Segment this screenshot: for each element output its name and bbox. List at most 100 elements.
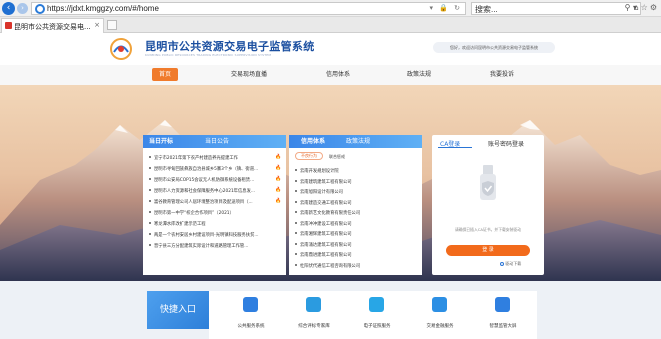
quick-access-list: 公共服务系统 综合评标专家库 电子证照服务 交易金融服务 智慧监管大屏 bbox=[209, 291, 537, 339]
hero-banner: 当日开标 当日公告 宜宁市2021年第下农产村建造养光提建工作 🔥 昆明市寻甸回族彝… bbox=[0, 85, 661, 281]
quick-link-label[interactable]: 交易金融服务 bbox=[410, 323, 470, 329]
ca-hint: 请确保已插入CA证书，并下载安装驱动 bbox=[455, 227, 521, 232]
quick-link-label[interactable]: 公共服务系统 bbox=[221, 323, 281, 329]
bullet-icon bbox=[149, 211, 151, 213]
quick-link-item[interactable]: 公共服务系统 bbox=[221, 297, 281, 337]
company-name[interactable]: 云南鼎进建筑工程有限公司 bbox=[300, 252, 352, 258]
nav-live[interactable]: 交易现场直播 bbox=[231, 65, 267, 85]
e-license-icon[interactable] bbox=[369, 297, 384, 312]
bullet-icon bbox=[149, 200, 151, 202]
company-name[interactable]: 云南新艺文化教育有限责任公司 bbox=[300, 210, 360, 216]
toolbar-icons[interactable]: ⌂☆⚙ bbox=[634, 3, 659, 12]
company-name[interactable]: 云南湘辉建筑工程有限公司 bbox=[300, 231, 352, 237]
tab-policy[interactable]: 政策法规 bbox=[346, 135, 370, 148]
subtab-bad-behavior[interactable]: 不良行为 bbox=[295, 152, 323, 160]
ca-tab-underline bbox=[438, 147, 472, 148]
quick-link-item[interactable]: 综合评标专家库 bbox=[284, 297, 344, 337]
browser-search-field[interactable]: 搜索... ⚲ ▾ bbox=[471, 2, 641, 15]
lock-refresh-icons[interactable]: ▾ 🔒 ↻ bbox=[429, 4, 462, 12]
opening-item-title[interactable]: 昆明市第一中学“校企合作项目”（2021） bbox=[154, 210, 234, 216]
announcement-panel: 当日开标 当日公告 宜宁市2021年第下农产村建造养光提建工作 🔥 昆明市寻甸回族彝… bbox=[143, 135, 286, 275]
tab-password-login[interactable]: 账号密码登录 bbox=[488, 139, 524, 148]
nav-credit[interactable]: 信用体系 bbox=[326, 65, 350, 85]
credit-panel-header: 信用体系 政策法规 bbox=[289, 135, 422, 148]
url-text[interactable]: https://jdxt.kmggzy.com/#/home bbox=[47, 4, 159, 13]
bullet-icon bbox=[149, 189, 151, 191]
quick-access-section: 快捷入口 公共服务系统 综合评标专家库 电子证照服务 交易金融服务 智慧监管大屏 bbox=[0, 281, 661, 339]
quick-link-item[interactable]: 交易金融服务 bbox=[410, 297, 470, 337]
login-panel: CA登录 账号密码登录 请确保已插入CA证书，并下载安装驱动 登 录 驱动下载 bbox=[432, 135, 544, 275]
opening-item-title[interactable]: 晋宁县三方分配建筑实际设计和道路管理工作管... bbox=[154, 243, 248, 249]
company-name[interactable]: 云南建筑建筑工程有限公司 bbox=[300, 179, 352, 185]
company-name[interactable]: 云南冲冲建设工程有限公司 bbox=[300, 221, 352, 227]
company-name[interactable]: 云南涌达建筑工程有限公司 bbox=[300, 242, 352, 248]
search-placeholder: 搜索... bbox=[475, 5, 498, 14]
bullet-icon bbox=[295, 169, 297, 171]
bullet-icon bbox=[295, 221, 297, 224]
driver-download-link[interactable]: 驱动下载 bbox=[500, 261, 521, 267]
quick-link-item[interactable]: 智慧监管大屏 bbox=[473, 297, 533, 337]
bullet-icon bbox=[295, 190, 297, 192]
company-name[interactable]: 云南建造交通工程有限公司 bbox=[300, 200, 352, 206]
main-nav: 首页 交易现场直播 信用体系 政策法规 我要投诉 bbox=[0, 65, 661, 85]
opening-item-title[interactable]: 昆明市公安局COP15会议无人机防御系统设备租赁... bbox=[154, 177, 254, 183]
opening-item-title[interactable]: 昆明市寻甸回族彝族自治县城乡5寨3个乡（镇、街道... bbox=[154, 166, 258, 172]
nav-complaint[interactable]: 我要投诉 bbox=[490, 65, 514, 85]
company-name[interactable]: 云南旭阳设计有限公司 bbox=[300, 189, 343, 195]
bullet-icon bbox=[295, 211, 297, 213]
bullet-icon bbox=[295, 232, 297, 234]
nav-home[interactable]: 首页 bbox=[152, 68, 178, 81]
quick-link-item[interactable]: 电子证照服务 bbox=[347, 297, 407, 337]
bullet-icon bbox=[149, 222, 151, 224]
welcome-banner: 您好，欢迎访问昆明市公共资源交易电子监管系统 bbox=[433, 42, 555, 53]
quick-link-label[interactable]: 综合评标专家库 bbox=[284, 323, 344, 329]
favicon-icon bbox=[5, 22, 12, 29]
quick-access-title: 快捷入口 bbox=[147, 291, 209, 329]
opening-item-title[interactable]: 嵩谷教育管理公司人居环境整治项目及配送项目（... bbox=[154, 199, 253, 205]
company-name[interactable]: 云南开发规划设计院 bbox=[300, 168, 339, 174]
bullet-icon bbox=[295, 263, 297, 266]
subtab-joint-punishment[interactable]: 联合惩戒 bbox=[329, 154, 345, 160]
hot-flame-icon: 🔥 bbox=[275, 176, 282, 182]
bullet-icon bbox=[295, 242, 297, 245]
tab-close-icon[interactable]: × bbox=[94, 21, 100, 29]
opening-item-title[interactable]: 宜宁市2021年第下农产村建造养光提建工作 bbox=[154, 155, 238, 161]
url-field[interactable]: https://jdxt.kmggzy.com/#/home ▾ 🔒 ↻ bbox=[31, 2, 466, 15]
browser-tab[interactable]: 昆明市公共资源交易电... × bbox=[1, 18, 104, 33]
ie-icon bbox=[35, 4, 45, 14]
bullet-icon bbox=[149, 156, 151, 158]
finance-service-icon[interactable] bbox=[432, 297, 447, 312]
quick-link-label[interactable]: 电子证照服务 bbox=[347, 323, 407, 329]
public-service-icon[interactable] bbox=[243, 297, 258, 312]
tab-credit[interactable]: 信用体系 bbox=[301, 135, 325, 148]
tab-bar: 昆明市公共资源交易电... × bbox=[0, 17, 661, 33]
bullet-icon bbox=[149, 178, 151, 180]
site-header: 昆明市公共资源交易电子监管系统 KUNMING PUBLIC RESOURCES… bbox=[0, 34, 661, 64]
nav-policy[interactable]: 政策法规 bbox=[407, 65, 431, 85]
opening-item-title[interactable]: 昆明市人力资源和社会保障服务中心2021年信息发... bbox=[154, 188, 255, 194]
web-page: 昆明市公共资源交易电子监管系统 KUNMING PUBLIC RESOURCES… bbox=[0, 34, 661, 339]
quick-link-label[interactable]: 智慧监管大屏 bbox=[473, 323, 533, 329]
forward-button[interactable]: › bbox=[17, 3, 28, 14]
site-logo-icon bbox=[110, 38, 132, 60]
site-title: 昆明市公共资源交易电子监管系统 bbox=[145, 40, 315, 53]
hot-flame-icon: 🔥 bbox=[275, 198, 282, 204]
back-button[interactable]: ‹ bbox=[2, 2, 15, 15]
new-tab-button[interactable] bbox=[107, 20, 117, 30]
monitor-screen-icon[interactable] bbox=[495, 297, 510, 312]
expert-pool-icon[interactable] bbox=[306, 297, 321, 312]
hot-flame-icon: 🔥 bbox=[275, 187, 282, 193]
hot-flame-icon: 🔥 bbox=[275, 154, 282, 160]
tab-today-opening[interactable]: 当日开标 bbox=[149, 135, 173, 148]
tab-today-notice[interactable]: 当日公告 bbox=[205, 135, 229, 148]
company-name[interactable]: 杜阳伏代通信工程咨询有限公司 bbox=[300, 263, 360, 269]
download-icon bbox=[500, 262, 504, 266]
opening-item-title[interactable]: 两是一个农村安居乡村建设项目-光明镇科技服务扶贫... bbox=[154, 232, 258, 238]
opening-item-title[interactable]: 寒龙潭水库改扩建示范工程 bbox=[154, 221, 206, 227]
announcement-panel-header: 当日开标 当日公告 bbox=[143, 135, 286, 148]
driver-download-label[interactable]: 驱动下载 bbox=[505, 261, 521, 266]
bullet-icon bbox=[295, 179, 297, 182]
bullet-icon bbox=[149, 244, 151, 246]
login-button[interactable]: 登 录 bbox=[446, 245, 530, 256]
bullet-icon bbox=[295, 253, 297, 255]
